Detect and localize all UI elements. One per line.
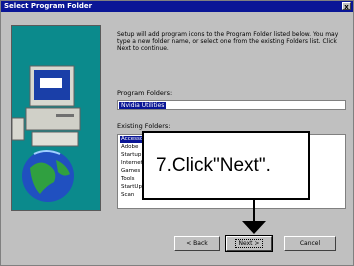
- program-folder-label: Program Folders:: [117, 89, 173, 97]
- callout-text: 7.Click"Next".: [156, 155, 271, 176]
- window-title: Select Program Folder: [4, 2, 93, 10]
- list-item[interactable]: Games: [120, 168, 141, 175]
- title-bar: Select Program Folder x: [1, 1, 353, 12]
- setup-dialog: Select Program Folder x Setup will add p…: [0, 0, 354, 266]
- next-button[interactable]: Next >: [225, 235, 273, 252]
- computer-globe-icon: [12, 26, 100, 210]
- list-item[interactable]: Internet: [120, 160, 144, 167]
- list-item[interactable]: Adobe: [120, 144, 139, 151]
- list-item[interactable]: Scan: [120, 192, 135, 199]
- setup-illustration: [11, 25, 101, 211]
- list-item[interactable]: Tools: [120, 176, 136, 183]
- program-folder-value: Nvidia Utilities: [119, 102, 167, 109]
- next-button-label: Next >: [234, 239, 264, 248]
- pointer-arrow-icon: [242, 221, 266, 234]
- pointer-arrow-shaft: [253, 200, 255, 221]
- cancel-button[interactable]: Cancel: [284, 236, 336, 251]
- back-button-label: < Back: [186, 240, 208, 247]
- cancel-button-label: Cancel: [299, 240, 321, 247]
- existing-folders-label: Existing Folders:: [117, 122, 171, 130]
- list-item[interactable]: StartUp: [120, 184, 143, 191]
- back-button[interactable]: < Back: [174, 236, 220, 251]
- close-button[interactable]: x: [342, 2, 351, 11]
- intro-text: Setup will add program icons to the Prog…: [117, 31, 339, 52]
- instruction-callout: 7.Click"Next".: [142, 131, 310, 200]
- list-item[interactable]: Startup: [120, 152, 142, 159]
- program-folder-input[interactable]: Nvidia Utilities: [117, 100, 346, 110]
